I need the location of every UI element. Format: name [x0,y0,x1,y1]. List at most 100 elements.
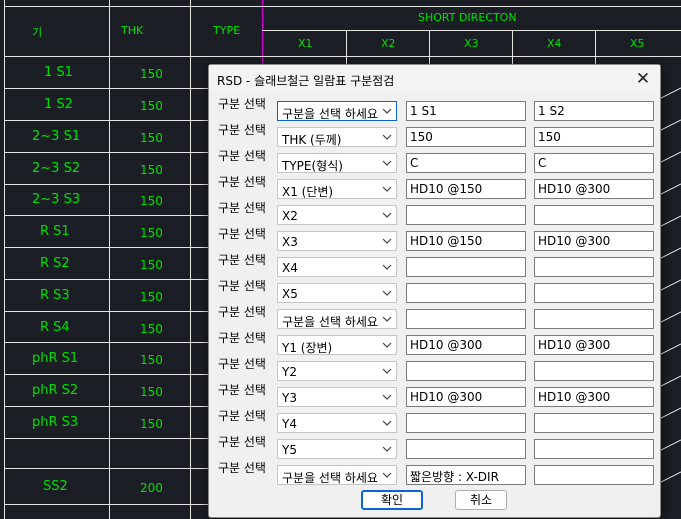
category-select[interactable]: Y2 [277,361,397,381]
selection-row: 구분 선택 X4 [209,253,660,279]
value-field-1[interactable]: 150 [406,127,526,147]
grid-line [4,279,208,280]
value-field-2[interactable]: HD10 @300 [534,387,654,407]
header-short-direction: SHORT DIRECTON [418,11,517,24]
row-thk: 200 [140,481,163,495]
value-field-2[interactable] [534,361,654,381]
row-thk: 150 [140,131,163,145]
row-label: 구분 선택 [218,357,266,371]
value-field-2[interactable]: 1 S2 [534,101,654,121]
value-field-1[interactable]: 1 S1 [406,101,526,121]
row-name: R S3 [40,288,70,303]
value-field-2[interactable]: HD10 @300 [534,179,654,199]
row-thk: 150 [140,163,163,177]
value-field-2[interactable] [534,205,654,225]
value-field-2[interactable]: HD10 @300 [534,231,654,251]
category-select[interactable]: Y4 [277,413,397,433]
value-field-1[interactable]: HD10 @300 [406,335,526,355]
header-x3: X3 [464,37,479,50]
chevron-down-icon [382,264,392,270]
category-select[interactable]: X3 [277,231,397,251]
value-field-1[interactable] [406,283,526,303]
value-field-1[interactable] [406,361,526,381]
grid-line [429,30,430,64]
category-select-value: X5 [282,287,298,301]
value-field-1[interactable]: HD10 @300 [406,387,526,407]
value-field-2[interactable] [534,257,654,277]
grid-line [4,311,208,312]
category-select[interactable]: THK (두께) [277,127,397,147]
selection-row: 구분 선택 Y5 [209,435,660,461]
chevron-down-icon [382,108,392,114]
category-select-value: THK (두께) [282,133,342,147]
row-label: 구분 선택 [218,461,266,475]
row-thk: 150 [140,353,163,367]
value-field-2[interactable]: HD10 @300 [534,335,654,355]
value-field-2[interactable]: C [534,153,654,173]
row-label: 구분 선택 [218,227,266,241]
value-field-2[interactable] [534,465,654,485]
row-name: 2~3 S2 [32,161,81,176]
row-name: phR S1 [32,351,79,366]
row-label: 구분 선택 [218,435,266,449]
diagonal-hatch [659,87,681,484]
value-field-1[interactable]: HD10 @150 [406,179,526,199]
value-field-2[interactable] [534,309,654,329]
category-select[interactable]: TYPE(형식) [277,153,397,173]
row-thk: 150 [140,258,163,272]
value-field-1[interactable]: HD10 @150 [406,231,526,251]
category-select[interactable]: X2 [277,205,397,225]
value-field-2[interactable]: 150 [534,127,654,147]
category-select-value: Y5 [282,443,297,457]
category-select[interactable]: 구분을 선택 하세요 [277,101,397,121]
category-select-value: X3 [282,235,298,249]
chevron-down-icon [382,420,392,426]
close-icon[interactable]: ✕ [632,68,654,90]
value-field-1[interactable] [406,309,526,329]
value-field-1[interactable] [406,257,526,277]
row-name: 1 S1 [44,65,73,80]
value-field-1[interactable]: 짧은방향 : X-DIR [406,465,526,485]
value-field-2[interactable] [534,283,654,303]
value-field-1[interactable]: C [406,153,526,173]
header-thk: THK [121,24,144,37]
chevron-down-icon [382,446,392,452]
category-select[interactable]: X4 [277,257,397,277]
grid-line [4,374,208,375]
category-select[interactable]: Y5 [277,439,397,459]
selection-row: 구분 선택 X3 HD10 @150 HD10 @300 [209,227,660,253]
chevron-down-icon [382,134,392,140]
chevron-down-icon [382,316,392,322]
selection-row: 구분 선택 THK (두께) 150 150 [209,123,660,149]
ok-button[interactable]: 확인 [361,490,423,510]
category-select-value: X2 [282,209,298,223]
header-x1: X1 [298,37,313,50]
category-select-value: 구분을 선택 하세요 [282,315,378,329]
category-select[interactable]: Y1 (장변) [277,335,397,355]
cancel-button[interactable]: 취소 [455,490,507,510]
value-field-1[interactable] [406,439,526,459]
value-field-1[interactable] [406,205,526,225]
chevron-down-icon [382,186,392,192]
category-select[interactable]: X5 [277,283,397,303]
category-select[interactable]: X1 (단변) [277,179,397,199]
grid-line [262,0,263,64]
dialog-titlebar[interactable]: RSD - 슬래브철근 일람표 구분점검 ✕ [209,65,660,93]
value-field-2[interactable] [534,439,654,459]
row-label: 구분 선택 [218,253,266,267]
row-name: R S4 [40,320,70,335]
category-select[interactable]: Y3 [277,387,397,407]
category-select-value: Y4 [282,417,297,431]
row-label: 구분 선택 [218,331,266,345]
grid-line [4,406,208,407]
value-field-1[interactable] [406,413,526,433]
row-thk: 150 [140,290,163,304]
row-name: R S1 [40,224,70,239]
category-select[interactable]: 구분을 선택 하세요 [277,465,397,485]
grid-line [595,30,596,64]
value-field-2[interactable] [534,413,654,433]
category-select[interactable]: 구분을 선택 하세요 [277,309,397,329]
category-select-value: 구분을 선택 하세요 [282,107,378,121]
category-select-value: X4 [282,261,298,275]
selection-row: 구분 선택 X2 [209,201,660,227]
